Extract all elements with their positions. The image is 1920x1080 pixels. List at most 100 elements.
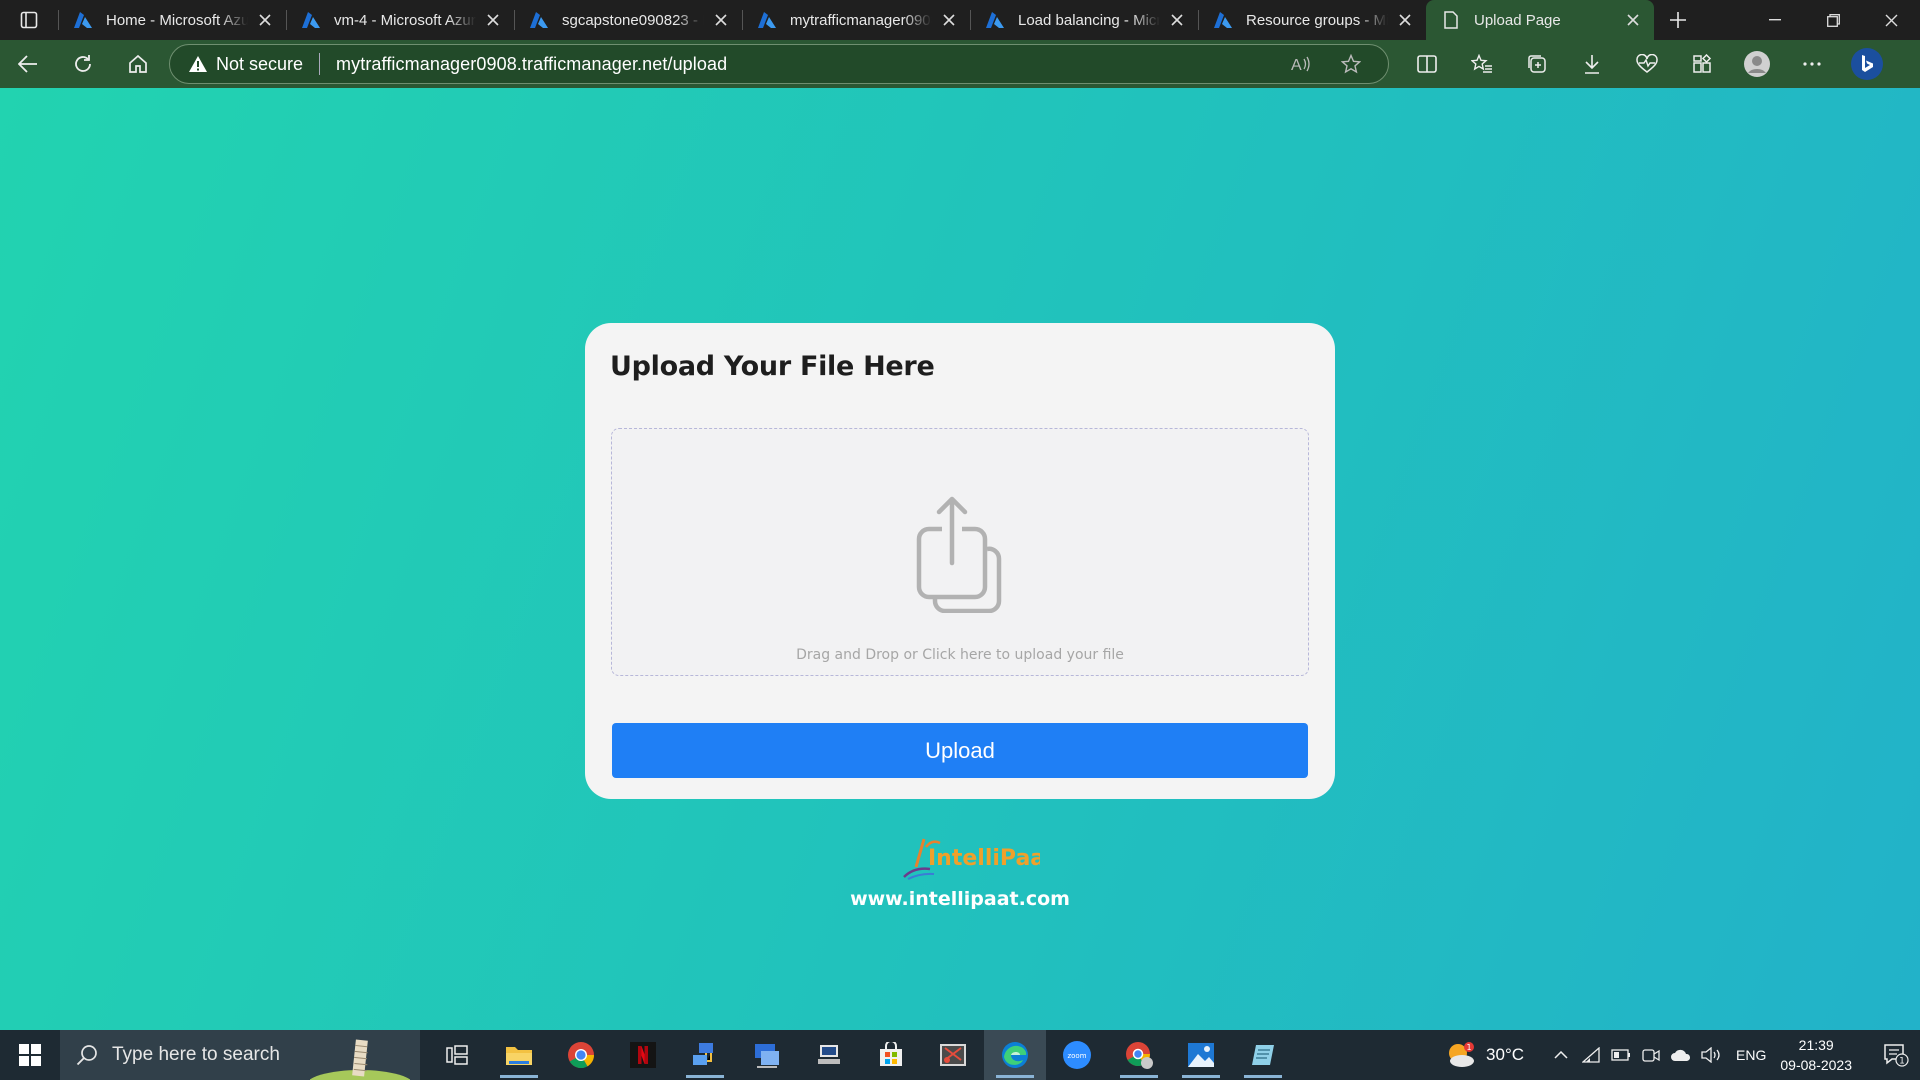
page-title: Upload Your File Here	[610, 351, 935, 382]
new-tab-button[interactable]	[1654, 0, 1702, 40]
close-window-button[interactable]	[1862, 0, 1920, 40]
avatar	[1743, 51, 1770, 77]
performance-button[interactable]	[1619, 40, 1674, 88]
battery-icon	[1611, 1049, 1631, 1061]
snipping-tool-app[interactable]	[922, 1030, 984, 1080]
download-icon	[1584, 55, 1599, 74]
close-tab-icon[interactable]	[1624, 11, 1642, 29]
pinned-apps: zoom	[426, 1030, 1294, 1080]
address-bar[interactable]: Not secure mytrafficmanager0908.trafficm…	[169, 44, 1389, 84]
split-screen-icon	[1416, 55, 1437, 73]
volume-control[interactable]	[1696, 1047, 1726, 1063]
collections-icon	[1527, 55, 1546, 73]
microsoft-store-app[interactable]	[860, 1030, 922, 1080]
favorite-button[interactable]	[1326, 54, 1376, 74]
intellipaat-logo[interactable]: IntelliPaat	[890, 833, 1040, 883]
battery-status[interactable]	[1606, 1049, 1636, 1061]
search-highlight-tower-icon	[310, 1039, 410, 1080]
zoom-app[interactable]: zoom	[1046, 1030, 1108, 1080]
close-tab-icon[interactable]	[484, 11, 502, 29]
chrome-profile-app[interactable]	[1108, 1030, 1170, 1080]
chrome-app[interactable]	[550, 1030, 612, 1080]
close-tab-icon[interactable]	[940, 11, 958, 29]
page-content: Upload Your File Here Drag and Drop or C…	[0, 88, 1920, 1030]
settings-menu-button[interactable]	[1784, 40, 1839, 88]
back-button[interactable]	[0, 40, 55, 88]
refresh-button[interactable]	[55, 40, 110, 88]
url-text[interactable]: mytrafficmanager0908.trafficmanager.net/…	[336, 54, 1276, 75]
notepad-icon	[1252, 1045, 1274, 1065]
start-button[interactable]	[0, 1030, 60, 1080]
downloads-button[interactable]	[1564, 40, 1619, 88]
azure-icon	[72, 10, 94, 30]
tab-title: Resource groups - Microsoft Azure	[1246, 11, 1388, 29]
tab-5[interactable]: Resource groups - Microsoft Azure	[1198, 0, 1426, 40]
home-icon	[128, 54, 147, 73]
meet-now-button[interactable]	[1636, 1047, 1666, 1063]
clock-date: 09-08-2023	[1780, 1057, 1852, 1073]
read-aloud-button[interactable]: A	[1276, 55, 1326, 73]
clock-time: 21:39	[1798, 1037, 1834, 1053]
tab-1[interactable]: vm-4 - Microsoft Azure	[286, 0, 514, 40]
task-view-button[interactable]	[426, 1030, 488, 1080]
photos-app[interactable]	[1170, 1030, 1232, 1080]
extensions-button[interactable]	[1674, 40, 1729, 88]
minimize-button[interactable]	[1746, 0, 1804, 40]
upload-button[interactable]: Upload	[612, 723, 1308, 778]
collections-button[interactable]	[1509, 40, 1564, 88]
wifi-icon	[1582, 1047, 1600, 1063]
onedrive-cloud-icon	[1671, 1049, 1691, 1061]
taskbar-search-box[interactable]: Type here to search	[60, 1030, 420, 1080]
profile-button[interactable]	[1729, 40, 1784, 88]
store-icon	[880, 1042, 902, 1066]
tab-upload-page[interactable]: Upload Page	[1426, 0, 1654, 40]
edge-app[interactable]	[984, 1030, 1046, 1080]
notification-count: 1	[1899, 1057, 1905, 1067]
upload-icon	[916, 496, 1002, 613]
netflix-app[interactable]	[612, 1030, 674, 1080]
input-language[interactable]: ENG	[1736, 1047, 1766, 1063]
azure-icon	[756, 10, 778, 30]
tab-4[interactable]: Load balancing - Microsoft Azure	[970, 0, 1198, 40]
close-tab-icon[interactable]	[256, 11, 274, 29]
site-url-text[interactable]: www.intellipaat.com	[0, 888, 1920, 910]
snipping-tool-icon	[940, 1044, 966, 1066]
notification-center-button[interactable]: 1	[1872, 1043, 1920, 1067]
remote-desktop-icon	[755, 1044, 779, 1068]
tab-title: Load balancing - Microsoft Azure	[1018, 11, 1160, 29]
tab-actions-button[interactable]	[0, 0, 58, 40]
address-divider	[319, 53, 321, 75]
tab-title: vm-4 - Microsoft Azure	[334, 11, 476, 29]
task-view-icon	[446, 1045, 468, 1065]
tab-0[interactable]: Home - Microsoft Azure	[58, 0, 286, 40]
notification-icon: 1	[1884, 1044, 1909, 1067]
temperature-text: 30°C	[1486, 1045, 1525, 1064]
restore-button[interactable]	[1804, 0, 1862, 40]
home-button[interactable]	[110, 40, 165, 88]
close-tab-icon[interactable]	[1396, 11, 1414, 29]
favorites-button[interactable]	[1454, 40, 1509, 88]
azure-icon	[528, 10, 550, 30]
file-drop-zone[interactable]: Drag and Drop or Click here to upload yo…	[611, 428, 1309, 676]
split-screen-button[interactable]	[1399, 40, 1454, 88]
site-security-indicator[interactable]: Not secure	[188, 54, 303, 75]
remote-desktop-app[interactable]	[736, 1030, 798, 1080]
folder-icon	[506, 1047, 532, 1065]
onedrive-status[interactable]	[1666, 1047, 1696, 1063]
camera-icon	[1642, 1049, 1660, 1062]
vm-connect-app[interactable]	[798, 1030, 860, 1080]
speaker-icon	[1701, 1047, 1720, 1063]
file-explorer-app[interactable]	[488, 1030, 550, 1080]
notepad-app[interactable]	[1232, 1030, 1294, 1080]
network-status[interactable]	[1576, 1047, 1606, 1063]
photos-icon	[1188, 1043, 1214, 1067]
clock[interactable]: 21:39 09-08-2023	[1780, 1035, 1852, 1075]
weather-widget[interactable]: 1 30°C	[1446, 1041, 1524, 1069]
close-tab-icon[interactable]	[712, 11, 730, 29]
close-tab-icon[interactable]	[1168, 11, 1186, 29]
tab-2[interactable]: sgcapstone090823 - Microsoft Azure	[514, 0, 742, 40]
network-tool-app[interactable]	[674, 1030, 736, 1080]
bing-chat-button[interactable]	[1839, 40, 1894, 88]
show-hidden-icons-button[interactable]	[1546, 1051, 1576, 1059]
tab-3[interactable]: mytrafficmanager0908 - Microsoft Azure	[742, 0, 970, 40]
